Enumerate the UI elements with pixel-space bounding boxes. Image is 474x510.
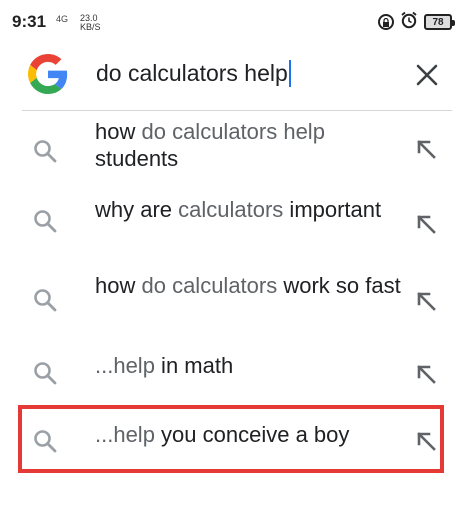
- alarm-icon: [400, 11, 418, 34]
- lock-icon: [378, 14, 394, 30]
- suggested-text: work so fast: [277, 273, 401, 298]
- typed-text: do calculators help: [141, 119, 325, 144]
- google-logo-icon: [28, 54, 68, 94]
- typed-text: calculators: [178, 197, 284, 222]
- suggested-text: important: [283, 197, 382, 222]
- highlight-annotation: [18, 405, 444, 473]
- fill-query-arrow-icon[interactable]: [414, 137, 438, 161]
- search-divider: [22, 110, 452, 111]
- search-bar[interactable]: do calculators help: [0, 46, 474, 108]
- suggested-text: how: [95, 273, 142, 298]
- network-speed-unit: KB/S: [80, 22, 101, 32]
- suggested-text: how: [95, 119, 142, 144]
- suggestion-text: ...help in math: [95, 352, 405, 379]
- search-query-text: do calculators help: [96, 60, 288, 86]
- search-icon: [34, 289, 57, 312]
- network-indicator: 4G: [56, 14, 69, 24]
- typed-text: do calculators: [141, 273, 278, 298]
- suggestion-text: how do calculators help students: [95, 118, 405, 172]
- status-bar: 9:31 4G 23.0 KB/S 78: [0, 0, 474, 46]
- suggestion-text: how do calculators work so fast: [95, 272, 405, 299]
- search-input[interactable]: do calculators help: [96, 60, 291, 87]
- status-icons: 78: [378, 11, 455, 34]
- search-icon: [34, 210, 57, 233]
- clear-icon[interactable]: [414, 62, 440, 88]
- suggested-text: students: [95, 146, 179, 171]
- fill-query-arrow-icon[interactable]: [414, 289, 438, 313]
- fill-query-arrow-icon[interactable]: [414, 212, 438, 236]
- battery-indicator: 78: [424, 14, 455, 30]
- text-caret: [288, 60, 291, 87]
- search-icon: [34, 362, 57, 385]
- network-speed: 23.0 KB/S: [80, 14, 101, 32]
- suggestion-text: why are calculators important: [95, 196, 405, 223]
- suggested-text: why are: [95, 197, 179, 222]
- fill-query-arrow-icon[interactable]: [414, 362, 438, 386]
- typed-text: ...help: [95, 353, 155, 378]
- search-icon: [34, 140, 57, 163]
- status-time: 9:31: [12, 12, 47, 31]
- suggested-text: in math: [154, 353, 234, 378]
